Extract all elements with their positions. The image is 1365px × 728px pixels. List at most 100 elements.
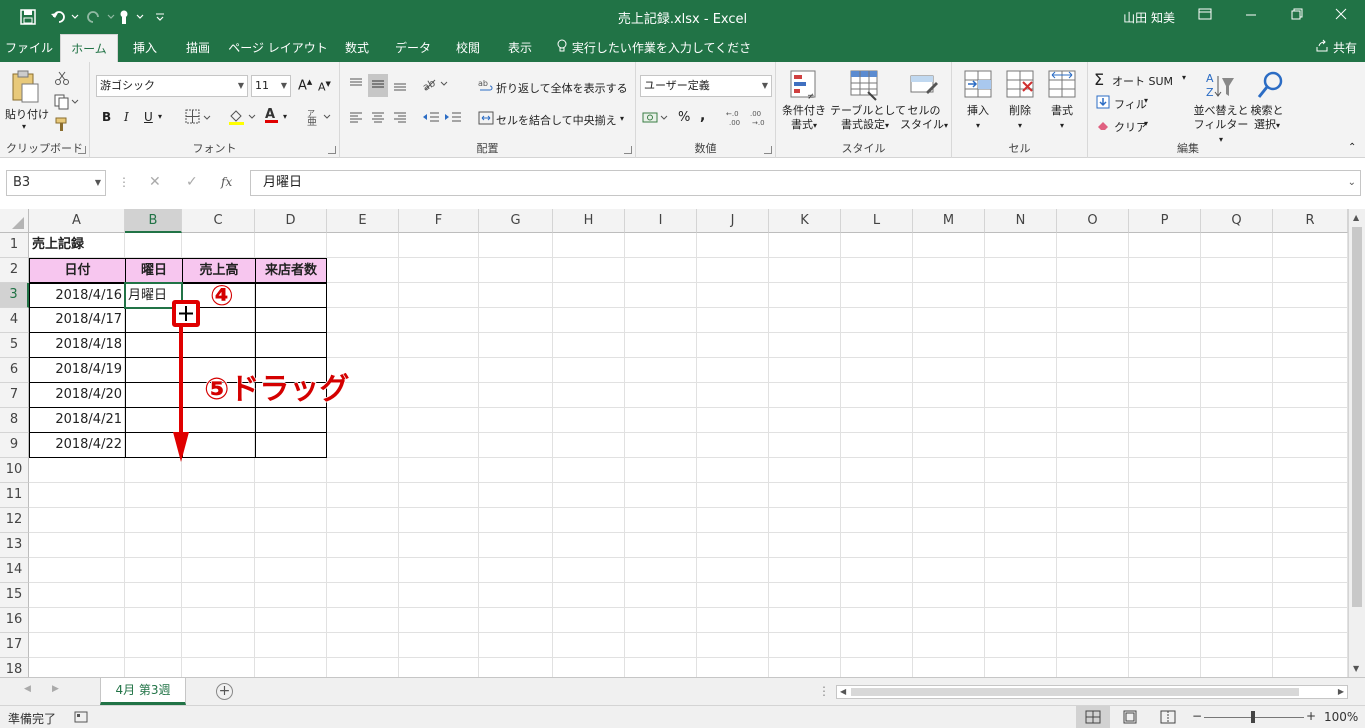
font-launcher-icon[interactable] (328, 146, 336, 154)
paste-button-label[interactable]: 貼り付け (5, 106, 49, 122)
clear-button[interactable]: クリア (1114, 119, 1147, 135)
cell-a7[interactable]: 2018/4/20 (29, 383, 126, 408)
orientation-icon[interactable]: ab (421, 76, 450, 95)
cell-d5[interactable] (255, 333, 327, 358)
name-box[interactable]: B3 ▼ (6, 170, 106, 196)
column-header-n[interactable]: N (985, 209, 1057, 233)
increase-indent-icon[interactable] (444, 110, 462, 129)
tab-home[interactable]: ホーム (60, 34, 118, 62)
close-icon[interactable] (1321, 4, 1361, 30)
column-header-p[interactable]: P (1129, 209, 1201, 233)
cell-a1[interactable]: 売上記録 (29, 233, 125, 258)
cell-d8[interactable] (255, 408, 327, 433)
italic-button[interactable]: I (124, 110, 129, 124)
tab-formulas[interactable]: 数式 (332, 34, 382, 62)
expand-formula-icon[interactable]: ⌄ (1348, 171, 1356, 195)
column-header-o[interactable]: O (1057, 209, 1129, 233)
enter-entry-icon[interactable]: ✓ (186, 174, 198, 190)
row-header-9[interactable]: 9 (0, 433, 29, 458)
insert-cells-button[interactable]: 挿入 ▾ (956, 104, 1000, 133)
column-header-f[interactable]: F (399, 209, 479, 233)
conditional-format-icon[interactable]: ≠ (790, 70, 820, 105)
column-header-m[interactable]: M (913, 209, 985, 233)
fill-button[interactable]: フィル (1114, 96, 1147, 112)
cell-a8[interactable]: 2018/4/21 (29, 408, 126, 433)
fill-color-icon[interactable] (228, 108, 258, 129)
underline-button[interactable]: U (144, 110, 153, 124)
column-header-c[interactable]: C (182, 209, 255, 233)
normal-view-button[interactable] (1076, 706, 1110, 728)
tab-view[interactable]: 表示 (494, 34, 546, 62)
page-break-view-icon[interactable] (1160, 710, 1176, 727)
worksheet-grid[interactable]: A B C D E F G H I J K L M N O P Q R 1 2 … (0, 209, 1348, 677)
column-header-q[interactable]: Q (1201, 209, 1273, 233)
cell-b2[interactable]: 曜日 (125, 258, 183, 283)
user-name[interactable]: 山田 知美 (1123, 9, 1175, 26)
align-middle-icon[interactable] (368, 74, 388, 97)
copy-icon[interactable] (54, 94, 80, 113)
tab-data[interactable]: データ (384, 34, 442, 62)
delete-cells-icon[interactable] (1006, 70, 1036, 105)
merge-center-button[interactable]: セルを結合して中央揃え (496, 112, 617, 128)
cell-a6[interactable]: 2018/4/19 (29, 358, 126, 383)
row-header-16[interactable]: 16 (0, 608, 29, 633)
tab-draw[interactable]: 描画 (172, 34, 224, 62)
column-header-j[interactable]: J (697, 209, 769, 233)
ribbon-display-icon[interactable] (1185, 4, 1225, 30)
tab-page-layout[interactable]: ページ レイアウト (226, 34, 330, 62)
merge-center-icon[interactable] (478, 110, 494, 129)
fill-dropdown-icon[interactable]: ▾ (1144, 96, 1148, 105)
find-select-button[interactable]: 検索と 選択▾ (1246, 104, 1288, 133)
row-header-13[interactable]: 13 (0, 533, 29, 558)
column-header-h[interactable]: H (553, 209, 625, 233)
row-header-7[interactable]: 7 (0, 383, 29, 408)
find-select-icon[interactable] (1256, 70, 1286, 105)
tell-me-box[interactable]: 実行したい作業を入力してください (556, 34, 756, 84)
row-header-5[interactable]: 5 (0, 333, 29, 358)
zoom-level[interactable]: 100% (1324, 710, 1358, 724)
cancel-entry-icon[interactable]: ✕ (149, 174, 161, 190)
wrap-text-button[interactable]: 折り返して全体を表示する (496, 80, 628, 96)
formula-input[interactable]: 月曜日 ⌄ (250, 170, 1361, 196)
macro-record-icon[interactable] (74, 710, 88, 727)
borders-icon[interactable] (185, 109, 213, 128)
vertical-scroll-thumb[interactable] (1352, 227, 1362, 607)
autosum-button[interactable]: オート SUM (1112, 73, 1173, 89)
align-top-icon[interactable] (348, 76, 364, 95)
column-header-k[interactable]: K (769, 209, 841, 233)
decrease-indent-icon[interactable] (422, 110, 440, 129)
horizontal-scrollbar[interactable]: ◀ ▶ (836, 685, 1348, 699)
delete-cells-button[interactable]: 削除 ▾ (998, 104, 1042, 133)
increase-font-icon[interactable]: A▲ (298, 78, 312, 93)
cell-c8[interactable] (182, 408, 256, 433)
fill-icon[interactable] (1096, 95, 1110, 112)
autosum-dropdown-icon[interactable]: ▾ (1182, 73, 1186, 82)
row-header-2[interactable]: 2 (0, 258, 29, 283)
paste-icon[interactable] (10, 70, 40, 107)
row-header-8[interactable]: 8 (0, 408, 29, 433)
zoom-slider-thumb[interactable] (1251, 711, 1255, 723)
column-header-g[interactable]: G (479, 209, 553, 233)
alignment-launcher-icon[interactable] (624, 146, 632, 154)
align-left-icon[interactable] (348, 110, 364, 129)
column-header-r[interactable]: R (1273, 209, 1348, 233)
scroll-right-icon[interactable]: ▶ (1338, 686, 1344, 698)
vertical-scrollbar[interactable]: ▲ ▼ (1348, 209, 1365, 677)
cell-a2[interactable]: 日付 (29, 258, 126, 283)
horizontal-scroll-thumb[interactable] (851, 688, 1299, 696)
font-name-combo[interactable]: 游ゴシック ▼ (96, 75, 248, 97)
cut-icon[interactable] (54, 70, 70, 89)
wrap-text-icon[interactable]: ab (478, 78, 494, 97)
chevron-down-icon[interactable]: ▼ (95, 171, 101, 195)
restore-icon[interactable] (1277, 4, 1317, 30)
format-as-table-button[interactable]: テーブルとして 書式設定▾ (830, 104, 906, 133)
conditional-format-button[interactable]: 条件付き 書式▾ (776, 104, 832, 133)
format-cells-button[interactable]: 書式 ▾ (1040, 104, 1084, 133)
row-header-12[interactable]: 12 (0, 508, 29, 533)
column-header-a[interactable]: A (29, 209, 125, 233)
cell-d2[interactable]: 来店者数 (255, 258, 327, 283)
zoom-in-icon[interactable]: + (1306, 709, 1316, 723)
font-color-dropdown-icon[interactable]: ▾ (283, 112, 287, 121)
font-color-button[interactable]: A (265, 107, 278, 123)
column-header-d[interactable]: D (255, 209, 327, 233)
